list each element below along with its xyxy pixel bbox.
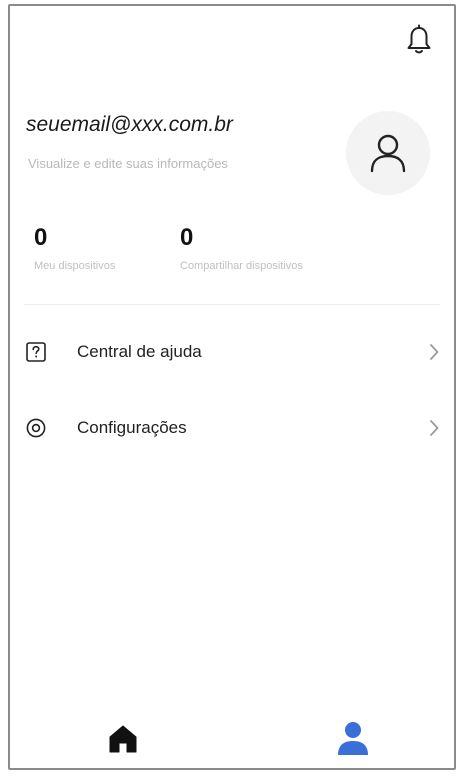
settings-icon [26, 418, 46, 438]
stat-label: Meu dispositivos [34, 260, 116, 272]
app-screen: seuemail@xxx.com.br Visualize e edite su… [8, 4, 456, 770]
profile-icon[interactable] [336, 720, 370, 756]
profile-email[interactable]: seuemail@xxx.com.br [26, 113, 233, 137]
menu-item-label: Configurações [77, 418, 187, 437]
chevron-right-icon [430, 420, 439, 436]
stat-value: 0 [180, 224, 194, 251]
menu-item-help[interactable]: Central de ajuda [10, 328, 454, 376]
bell-icon[interactable] [406, 24, 432, 56]
avatar[interactable] [346, 111, 430, 195]
stat-shared-devices[interactable]: 0 Compartilhar dispositivos [180, 224, 303, 272]
menu-item-label: Central de ajuda [77, 342, 202, 361]
stat-my-devices[interactable]: 0 Meu dispositivos [34, 224, 115, 272]
chevron-right-icon [430, 344, 439, 360]
help-icon [26, 342, 46, 362]
stat-label: Compartilhar dispositivos [180, 260, 303, 272]
divider [24, 304, 440, 305]
stat-value: 0 [34, 224, 48, 251]
home-icon[interactable] [108, 724, 138, 754]
bottom-tab-bar [10, 708, 454, 768]
menu-item-settings[interactable]: Configurações [10, 404, 454, 452]
user-icon [370, 134, 406, 173]
profile-subtitle[interactable]: Visualize e edite suas informações [28, 156, 228, 171]
